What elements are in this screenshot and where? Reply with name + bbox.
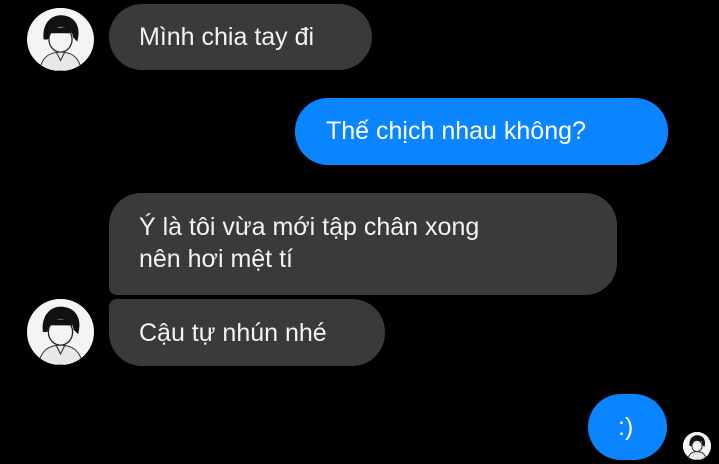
person-avatar-icon bbox=[27, 299, 94, 365]
contact-avatar[interactable] bbox=[27, 299, 94, 365]
person-avatar-icon bbox=[29, 8, 92, 71]
message-bubble-outgoing[interactable]: Thế chịch nhau không? bbox=[295, 98, 668, 165]
message-text: Thế chịch nhau không? bbox=[326, 117, 586, 145]
message-text: Mình chia tay đi bbox=[139, 23, 315, 51]
person-avatar-icon bbox=[683, 432, 711, 460]
message-text-line: Ý là tôi vừa mới tập chân xong bbox=[139, 213, 480, 241]
message-bubble-incoming[interactable]: Cậu tự nhún nhé bbox=[109, 299, 385, 366]
message-bubble-incoming[interactable]: Mình chia tay đi bbox=[109, 4, 372, 70]
seen-avatar-icon bbox=[683, 432, 711, 460]
message-bubble-incoming[interactable]: Ý là tôi vừa mới tập chân xong nên hơi m… bbox=[109, 193, 617, 295]
message-text-line: nên hơi mệt tí bbox=[139, 245, 293, 273]
contact-avatar[interactable] bbox=[27, 8, 94, 71]
message-bubble-outgoing[interactable]: :) bbox=[588, 394, 667, 460]
message-text: Cậu tự nhún nhé bbox=[139, 319, 327, 347]
message-text: :) bbox=[618, 413, 634, 441]
